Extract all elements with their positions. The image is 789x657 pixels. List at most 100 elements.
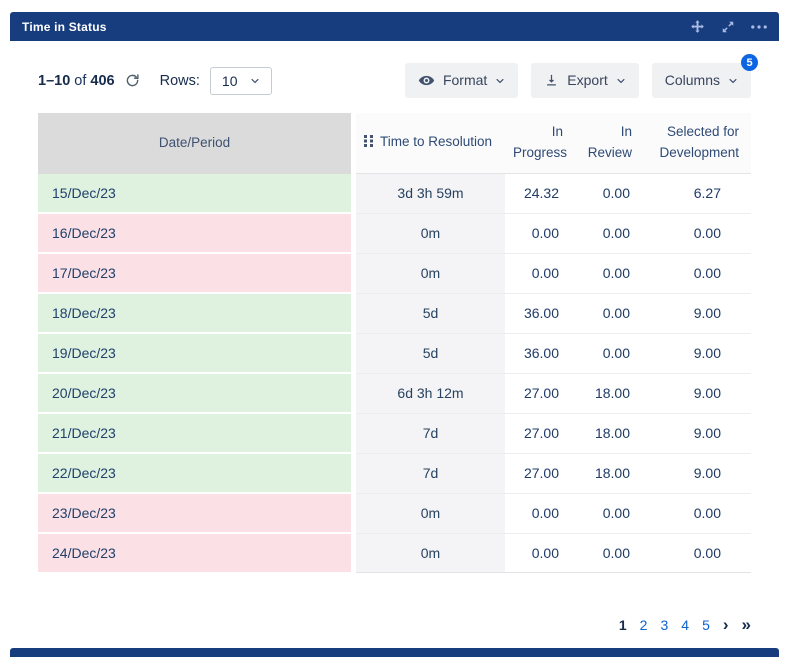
selected-cell: 9.00: [640, 454, 751, 494]
in-review-cell: 0.00: [575, 174, 640, 214]
result-range: 1–10 of 406: [38, 73, 115, 89]
expand-gadget-icon[interactable]: [721, 20, 735, 34]
in-progress-cell: 36.00: [505, 294, 575, 334]
date-cell: 23/Dec/23: [38, 494, 356, 534]
date-cell: 24/Dec/23: [38, 534, 356, 573]
in-progress-cell: 0.00: [505, 534, 575, 573]
columns-count-badge: 5: [741, 54, 758, 71]
table-row: 19/Dec/23 5d 36.00 0.00 9.00: [38, 334, 751, 374]
download-icon: [544, 73, 559, 88]
chevron-down-icon: [250, 76, 260, 86]
ttr-cell: 7d: [356, 454, 505, 494]
eye-icon: [418, 72, 435, 89]
selected-cell: 6.27: [640, 174, 751, 214]
date-cell: 20/Dec/23: [38, 374, 356, 414]
column-header-date-period[interactable]: Date/Period: [38, 113, 356, 174]
gadget-body: 1–10 of 406 Rows: 10 Format: [10, 41, 779, 633]
selected-cell: 9.00: [640, 414, 751, 454]
ttr-cell: 0m: [356, 254, 505, 294]
ttr-cell: 7d: [356, 414, 505, 454]
table-row: 18/Dec/23 5d 36.00 0.00 9.00: [38, 294, 751, 334]
selected-cell: 0.00: [640, 214, 751, 254]
table-header-row: Date/Period Time to Resolution In Progre…: [38, 113, 751, 174]
selected-cell: 0.00: [640, 534, 751, 573]
table-row: 24/Dec/23 0m 0.00 0.00 0.00: [38, 534, 751, 573]
column-header-selected-for-development[interactable]: Selected for Development: [640, 113, 751, 174]
column-header-in-review[interactable]: In Review: [575, 113, 640, 174]
in-review-cell: 0.00: [575, 534, 640, 573]
gadget-actions: [690, 19, 767, 34]
ttr-cell: 0m: [356, 214, 505, 254]
last-page-icon[interactable]: »: [742, 618, 751, 632]
in-progress-cell: 36.00: [505, 334, 575, 374]
date-cell: 17/Dec/23: [38, 254, 356, 294]
in-progress-cell: 27.00: [505, 454, 575, 494]
rows-per-page-select[interactable]: 10: [210, 67, 272, 95]
selected-cell: 9.00: [640, 334, 751, 374]
ttr-cell: 3d 3h 59m: [356, 174, 505, 214]
selected-cell: 0.00: [640, 494, 751, 534]
in-review-cell: 18.00: [575, 414, 640, 454]
columns-button[interactable]: Columns: [652, 63, 751, 98]
in-progress-cell: 0.00: [505, 494, 575, 534]
page-5[interactable]: 5: [702, 617, 710, 633]
date-cell: 15/Dec/23: [38, 174, 356, 214]
gadget-menu-icon[interactable]: [751, 25, 767, 29]
export-button[interactable]: Export: [531, 63, 638, 98]
chevron-down-icon: [616, 76, 626, 86]
columns-button-label: Columns: [665, 72, 720, 89]
in-review-cell: 0.00: [575, 334, 640, 374]
selected-cell: 9.00: [640, 294, 751, 334]
page-2[interactable]: 2: [640, 617, 648, 633]
date-cell: 21/Dec/23: [38, 414, 356, 454]
date-cell: 18/Dec/23: [38, 294, 356, 334]
time-in-status-table: Date/Period Time to Resolution In Progre…: [38, 113, 751, 573]
page-4[interactable]: 4: [681, 617, 689, 633]
column-header-in-progress[interactable]: In Progress: [505, 113, 575, 174]
columns-button-wrap: Columns 5: [652, 63, 751, 98]
ttr-cell: 0m: [356, 534, 505, 573]
drag-column-icon[interactable]: [364, 133, 374, 154]
table-row: 23/Dec/23 0m 0.00 0.00 0.00: [38, 494, 751, 534]
toolbar: 1–10 of 406 Rows: 10 Format: [38, 63, 751, 98]
date-cell: 22/Dec/23: [38, 454, 356, 494]
in-review-cell: 0.00: [575, 294, 640, 334]
date-cell: 19/Dec/23: [38, 334, 356, 374]
rows-label: Rows:: [160, 73, 200, 89]
export-button-label: Export: [567, 72, 607, 89]
table-row: 17/Dec/23 0m 0.00 0.00 0.00: [38, 254, 751, 294]
in-review-cell: 18.00: [575, 454, 640, 494]
in-progress-cell: 0.00: [505, 254, 575, 294]
column-header-time-to-resolution[interactable]: Time to Resolution: [356, 113, 505, 174]
in-progress-cell: 27.00: [505, 414, 575, 454]
format-button[interactable]: Format: [405, 63, 518, 98]
ttr-cell: 5d: [356, 334, 505, 374]
next-gadget-header-strip: [10, 648, 779, 657]
page-3[interactable]: 3: [660, 617, 668, 633]
in-review-cell: 0.00: [575, 494, 640, 534]
chevron-down-icon: [728, 76, 738, 86]
refresh-icon[interactable]: [125, 73, 140, 88]
ttr-cell: 5d: [356, 294, 505, 334]
in-progress-cell: 24.32: [505, 174, 575, 214]
toolbar-right: Format Export Columns: [405, 63, 751, 98]
in-review-cell: 0.00: [575, 214, 640, 254]
ttr-cell: 0m: [356, 494, 505, 534]
selected-cell: 9.00: [640, 374, 751, 414]
selected-cell: 0.00: [640, 254, 751, 294]
format-button-label: Format: [443, 72, 487, 89]
next-page-icon[interactable]: ›: [723, 618, 729, 632]
table-row: 22/Dec/23 7d 27.00 18.00 9.00: [38, 454, 751, 494]
table-row: 20/Dec/23 6d 3h 12m 27.00 18.00 9.00: [38, 374, 751, 414]
page-1: 1: [619, 617, 627, 633]
move-gadget-icon[interactable]: [690, 19, 705, 34]
table-row: 15/Dec/23 3d 3h 59m 24.32 0.00 6.27: [38, 174, 751, 214]
chevron-down-icon: [495, 76, 505, 86]
in-review-cell: 18.00: [575, 374, 640, 414]
table-row: 21/Dec/23 7d 27.00 18.00 9.00: [38, 414, 751, 454]
in-review-cell: 0.00: [575, 254, 640, 294]
date-cell: 16/Dec/23: [38, 214, 356, 254]
in-progress-cell: 27.00: [505, 374, 575, 414]
dashboard-canvas: Time in Status 1–10 of 406 Rows: 10: [0, 0, 789, 657]
in-progress-cell: 0.00: [505, 214, 575, 254]
